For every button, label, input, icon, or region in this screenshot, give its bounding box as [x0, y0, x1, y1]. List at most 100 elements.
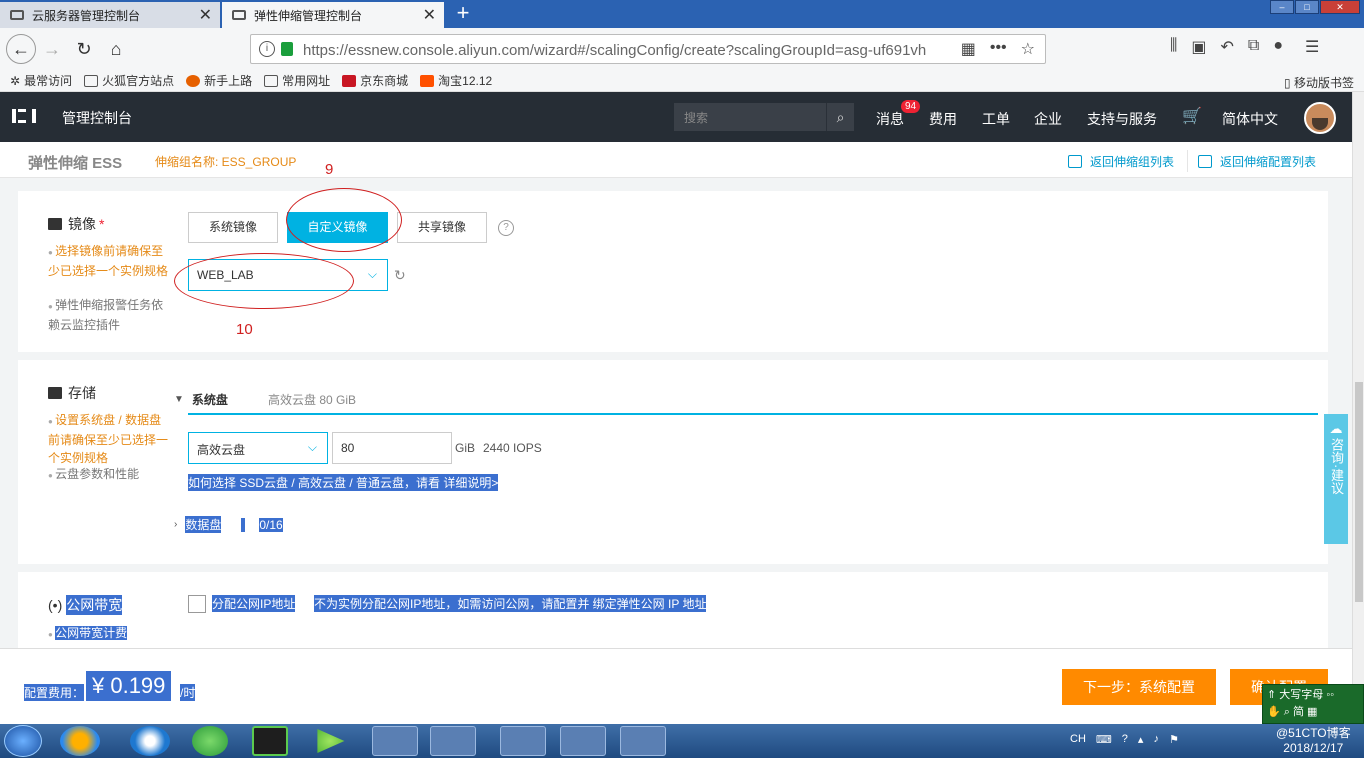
nav-support[interactable]: 支持与服务	[1087, 109, 1157, 129]
close-tab-icon[interactable]: ✕	[423, 5, 436, 25]
page-scrollbar[interactable]	[1352, 92, 1364, 724]
system-disk-tab[interactable]: ▼ 系统盘	[174, 391, 228, 408]
flag-icon[interactable]: ⚑	[1169, 733, 1179, 746]
nav-enterprise[interactable]: 企业	[1034, 109, 1062, 129]
folder-icon	[84, 74, 99, 87]
close-window-button[interactable]: ✕	[1320, 0, 1360, 14]
tab-ecs-console[interactable]: 云服务器管理控制台 ✕	[0, 2, 220, 28]
bookmark-taobao[interactable]: 淘宝12.12	[420, 72, 492, 89]
volume-icon[interactable]: ♪	[1153, 733, 1159, 746]
bandwidth-description: 不为实例分配公网IP地址，如需访问公网，请配置并 绑定弹性公网 IP 地址	[314, 595, 707, 612]
new-tab-button[interactable]: +	[450, 2, 476, 26]
image-icon	[48, 218, 62, 230]
app-icon[interactable]	[192, 726, 228, 756]
info-icon[interactable]: i	[259, 41, 275, 57]
windows-start-icon[interactable]	[4, 725, 42, 757]
network-icon[interactable]: ▴	[1138, 733, 1144, 746]
bookmark-common-sites[interactable]: 常用网址	[264, 72, 330, 89]
ime-toolbar[interactable]: ⇑ 大写字母 ◦◦ ✋ ⌕ 简 ▦	[1262, 684, 1364, 724]
consult-feedback-tab[interactable]: ☁ 咨询·建议	[1324, 414, 1348, 544]
scrollbar-thumb[interactable]	[1355, 382, 1363, 602]
search-icon[interactable]: ⌕	[826, 103, 854, 131]
avatar[interactable]	[1304, 102, 1336, 134]
refresh-icon[interactable]: ↻	[394, 267, 406, 284]
more-icon[interactable]: •••	[990, 39, 1007, 59]
back-to-groups-link[interactable]: 返回伸缩组列表	[1068, 153, 1174, 170]
system-image-button[interactable]: 系统镜像	[188, 212, 278, 243]
gear-icon: ✲	[10, 73, 21, 88]
bookmark-getting-started[interactable]: 新手上路	[186, 72, 252, 89]
tab-label: 弹性伸缩管理控制台	[254, 8, 363, 23]
reader-icon[interactable]: ▣	[1191, 37, 1206, 57]
next-system-config-button[interactable]: 下一步：系统配置	[1062, 669, 1216, 705]
tab-ess-console[interactable]: 弹性伸缩管理控制台 ✕	[222, 2, 444, 28]
group-name: 伸缩组名称: ESS_GROUP	[155, 155, 297, 169]
annotation-circle	[286, 188, 402, 252]
assign-public-ip-label[interactable]: 分配公网IP地址	[212, 595, 296, 612]
app-icon[interactable]	[500, 726, 546, 756]
url-bar[interactable]: i https://essnew.console.aliyun.com/wiza…	[250, 34, 1046, 64]
mobile-bookmarks[interactable]: ▯ 移动版书签	[1284, 74, 1354, 91]
disk-help-link[interactable]: 如何选择 SSD云盘 / 高效云盘 / 普通云盘，请看 详细说明>	[188, 474, 499, 491]
bookmark-star-icon[interactable]: ☆	[1021, 39, 1035, 59]
app-icon[interactable]	[560, 726, 606, 756]
bookmark-firefox-site[interactable]: 火狐官方站点	[84, 72, 174, 89]
disk-size-input[interactable]: 80	[332, 432, 452, 464]
disk-type-select[interactable]: 高效云盘 ⌵	[188, 432, 328, 464]
disk-unit: GiB	[455, 441, 476, 455]
annotation-number: 9	[325, 161, 334, 178]
back-icon[interactable]: ←	[6, 34, 36, 64]
aliyun-icon	[232, 10, 246, 20]
maximize-button[interactable]: □	[1295, 0, 1319, 14]
screenshot-icon[interactable]: ⧉	[1248, 37, 1259, 57]
data-disk-tab[interactable]: › 数据盘 0/16	[174, 516, 283, 533]
watermark: @51CTO博客	[1276, 726, 1351, 740]
qr-code-icon[interactable]: ▦	[961, 39, 976, 59]
shared-image-button[interactable]: 共享镜像	[397, 212, 487, 243]
undo-icon[interactable]: ↶	[1221, 37, 1234, 57]
back-list-icon	[1198, 155, 1212, 168]
aliyun-icon	[10, 10, 24, 20]
window-controls: – □ ✕	[1269, 0, 1360, 14]
nav-tickets[interactable]: 工单	[982, 109, 1010, 129]
app-icon[interactable]	[60, 726, 100, 756]
language-indicator[interactable]: CH	[1070, 733, 1086, 746]
back-to-configs-link[interactable]: 返回伸缩配置列表	[1198, 153, 1316, 170]
browser-tab-bar: 云服务器管理控制台 ✕ 弹性伸缩管理控制台 ✕ + – □ ✕	[0, 0, 1364, 28]
storage-note-instance: 设置系统盘 / 数据盘前请确保至少已选择一个实例规格	[48, 411, 172, 467]
word-icon[interactable]	[620, 726, 666, 756]
help-icon[interactable]: ?	[498, 220, 514, 236]
home-icon[interactable]: ⌂	[104, 37, 128, 61]
assign-public-ip-checkbox[interactable]	[188, 595, 206, 613]
firefox-icon[interactable]	[372, 726, 418, 756]
aliyun-logo-icon[interactable]	[12, 109, 36, 123]
cart-icon[interactable]: 🛒	[1182, 106, 1202, 126]
folder-icon	[264, 74, 279, 87]
keyboard-icon[interactable]: ⌨	[1096, 733, 1112, 746]
help-icon[interactable]: ?	[1122, 733, 1128, 746]
iqiyi-icon[interactable]	[252, 726, 288, 756]
close-tab-icon[interactable]: ✕	[199, 5, 212, 25]
clock[interactable]: @51CTO博客 2018/12/17	[1276, 726, 1351, 756]
console-header: 管理控制台 搜索 ⌕ 消息 94 费用 工单 企业 支持与服务 🛒 简体中文	[0, 92, 1352, 142]
nav-messages[interactable]: 消息	[876, 109, 904, 129]
bookmark-most-visited[interactable]: ✲ 最常访问	[10, 72, 72, 89]
reload-icon[interactable]: ↻	[72, 37, 96, 61]
library-icon[interactable]: ⫼	[1170, 37, 1177, 57]
image-note-monitor: 弹性伸缩报警任务依赖云监控插件	[48, 296, 172, 334]
explorer-icon[interactable]	[430, 726, 476, 756]
disk-iops: 2440 IOPS	[483, 441, 542, 455]
nav-language[interactable]: 简体中文	[1222, 109, 1278, 129]
bookmark-jd[interactable]: 京东商城	[342, 72, 408, 89]
url-text[interactable]: https://essnew.console.aliyun.com/wizard…	[303, 42, 943, 59]
player-icon[interactable]	[317, 729, 345, 753]
search-input[interactable]: 搜索	[674, 103, 826, 131]
nav-billing[interactable]: 费用	[929, 109, 957, 129]
menu-icon[interactable]: ☰	[1305, 37, 1319, 57]
phone-icon: ▯	[1284, 76, 1291, 90]
ie-icon[interactable]	[130, 726, 170, 756]
console-title[interactable]: 管理控制台	[62, 108, 132, 128]
minimize-button[interactable]: –	[1270, 0, 1294, 14]
chat-icon[interactable]: ●	[1273, 37, 1283, 57]
forward-icon[interactable]: →	[40, 37, 64, 61]
